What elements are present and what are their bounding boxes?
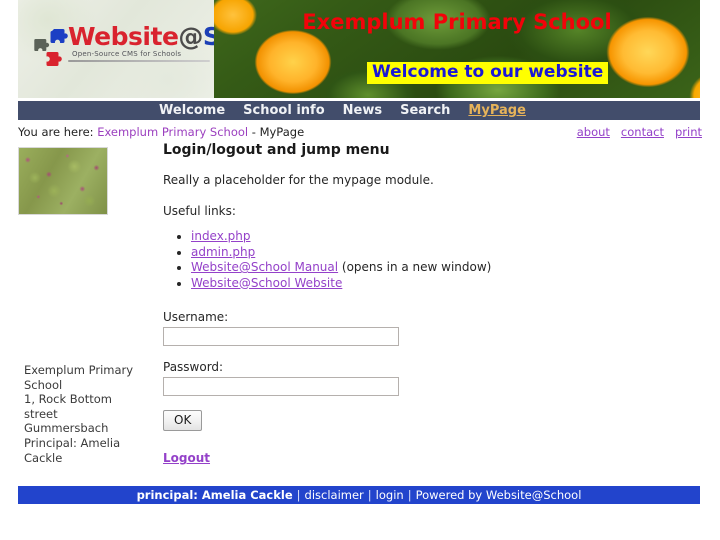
- username-input[interactable]: [163, 327, 399, 347]
- logo-word-school: School: [202, 22, 214, 51]
- list-item: Website@School Website: [191, 276, 563, 291]
- footer-login-link[interactable]: login: [376, 486, 404, 504]
- logo-word-websi: Websi: [68, 22, 151, 51]
- list-item: index.php: [191, 229, 563, 244]
- site-footer: principal: Amelia Cackle | disclaimer | …: [18, 486, 700, 504]
- utility-links: about contact print: [566, 125, 702, 139]
- logout-link[interactable]: Logout: [163, 451, 210, 465]
- main-navigation-bar: Welcome School info News Search MyPage: [18, 101, 700, 120]
- nav-item-news[interactable]: News: [343, 101, 382, 120]
- footer-disclaimer-link[interactable]: disclaimer: [305, 486, 364, 504]
- print-link[interactable]: print: [675, 125, 702, 139]
- logo-wordmark: Website@School ®: [68, 22, 214, 52]
- password-label: Password:: [163, 360, 224, 375]
- logo-panel: Website@School ® Open-Source CMS for Sch…: [18, 0, 214, 98]
- logo-word-at: @: [178, 22, 203, 51]
- breadcrumb-current: MyPage: [259, 125, 305, 139]
- page-root: Website@School ® Open-Source CMS for Sch…: [0, 0, 720, 540]
- footer-separator: |: [296, 488, 301, 502]
- footer-principal: principal: Amelia Cackle: [136, 488, 293, 502]
- link-admin-php[interactable]: admin.php: [191, 245, 255, 259]
- footer-separator: |: [407, 488, 412, 502]
- breadcrumb-link-root[interactable]: Exemplum Primary School: [97, 125, 248, 139]
- site-header: Website@School ® Open-Source CMS for Sch…: [18, 0, 700, 98]
- breadcrumb-separator: -: [248, 125, 260, 139]
- username-label: Username:: [163, 310, 229, 325]
- breadcrumb-row: You are here: Exemplum Primary School - …: [0, 125, 720, 141]
- welcome-banner: Welcome to our website: [367, 62, 609, 84]
- nav-item-mypage[interactable]: MyPage: [468, 101, 525, 120]
- logo-word-te: te: [150, 22, 179, 51]
- intro-paragraph: Really a placeholder for the mypage modu…: [163, 173, 434, 187]
- contact-link[interactable]: contact: [621, 125, 664, 139]
- logo-underline-rule: [68, 60, 210, 62]
- breadcrumb: You are here: Exemplum Primary School - …: [18, 125, 304, 139]
- footer-powered-by: Powered by Website@School: [415, 488, 582, 502]
- website-at-school-logo[interactable]: Website@School ® Open-Source CMS for Sch…: [32, 22, 214, 74]
- page-title: Login/logout and jump menu: [163, 142, 390, 158]
- ok-button[interactable]: OK: [163, 410, 203, 432]
- logo-tagline: Open-Source CMS for Schools: [72, 50, 182, 58]
- login-form: Username: Password: OK: [163, 310, 563, 432]
- footer-separator: |: [367, 488, 372, 502]
- puzzle-pieces-icon: [34, 29, 68, 66]
- navigation-items: Welcome School info News Search MyPage: [159, 101, 526, 120]
- nav-item-welcome[interactable]: Welcome: [159, 101, 225, 120]
- list-item: admin.php: [191, 245, 563, 260]
- breadcrumb-prefix: You are here:: [18, 125, 94, 139]
- link-website[interactable]: Website@School Website: [191, 276, 342, 290]
- list-item: Website@School Manual (opens in a new wi…: [191, 260, 563, 275]
- link-suffix: (opens in a new window): [338, 260, 492, 275]
- nav-item-search[interactable]: Search: [400, 101, 450, 120]
- link-manual[interactable]: Website@School Manual: [191, 260, 338, 274]
- link-index-php[interactable]: index.php: [191, 229, 250, 243]
- password-input[interactable]: [163, 377, 399, 397]
- sidebar-photo: [18, 147, 108, 215]
- left-sidebar: Exemplum Primary School 1, Rock Bottom s…: [18, 147, 146, 465]
- about-link[interactable]: about: [577, 125, 610, 139]
- useful-links-list: index.php admin.php Website@School Manua…: [163, 229, 563, 290]
- school-address-block: Exemplum Primary School 1, Rock Bottom s…: [24, 363, 134, 465]
- main-content: Login/logout and jump menu Really a plac…: [163, 141, 563, 466]
- useful-links-heading: Useful links:: [163, 204, 236, 218]
- nav-item-school-info[interactable]: School info: [243, 101, 324, 120]
- school-title: Exemplum Primary School: [302, 10, 612, 34]
